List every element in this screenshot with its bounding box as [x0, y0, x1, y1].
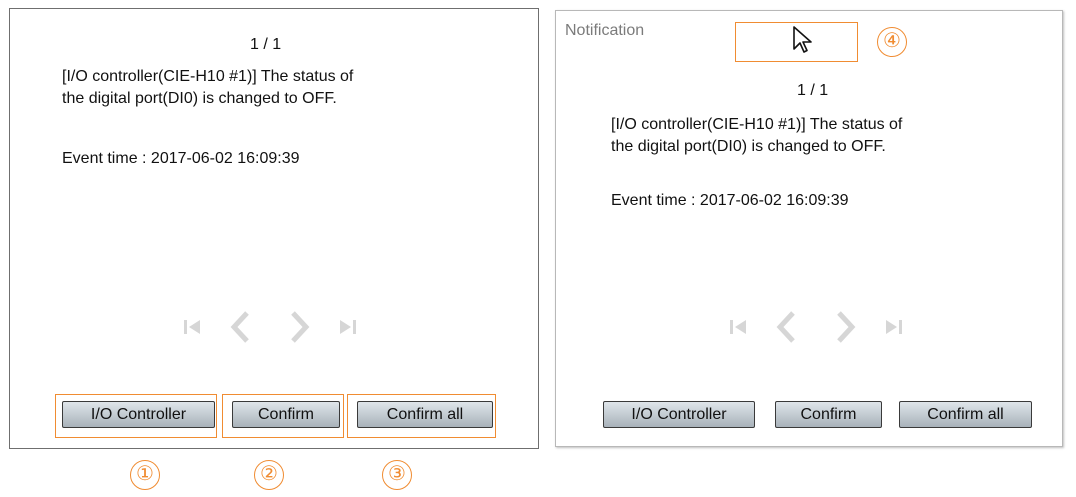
message-line-1: [I/O controller(CIE-H10 #1)] The status …: [611, 116, 903, 133]
pagination-controls: [175, 309, 365, 345]
notification-dialog-left: 1 / 1 [I/O controller(CIE-H10 #1)] The s…: [9, 8, 539, 449]
message-line-1: [I/O controller(CIE-H10 #1)] The status …: [62, 68, 354, 85]
previous-icon[interactable]: [769, 309, 805, 345]
message-line-2: the digital port(DI0) is changed to OFF.: [611, 138, 886, 155]
event-time: Event time : 2017-06-02 16:09:39: [62, 150, 300, 167]
callout-4: ④: [877, 27, 907, 57]
highlight-io-controller: [55, 394, 217, 438]
next-icon[interactable]: [281, 309, 317, 345]
page-counter: 1 / 1: [250, 36, 282, 53]
io-controller-button[interactable]: I/O Controller: [603, 401, 755, 428]
first-page-icon[interactable]: [175, 309, 211, 345]
callout-2: ②: [254, 460, 284, 490]
previous-icon[interactable]: [223, 309, 259, 345]
notification-message: [I/O controller(CIE-H10 #1)] The status …: [62, 66, 353, 110]
callout-1: ①: [130, 460, 160, 490]
last-page-icon[interactable]: [329, 309, 365, 345]
callout-3: ③: [382, 460, 412, 490]
next-icon[interactable]: [827, 309, 863, 345]
event-time: Event time : 2017-06-02 16:09:39: [611, 192, 849, 209]
highlight-confirm-all: [347, 394, 496, 438]
confirm-button[interactable]: Confirm: [775, 401, 882, 428]
highlight-confirm: [222, 394, 344, 438]
message-line-2: the digital port(DI0) is changed to OFF.: [62, 90, 337, 107]
last-page-icon[interactable]: [875, 309, 911, 345]
mouse-cursor-icon: [792, 25, 816, 55]
notification-dialog-right: Notification 1 / 1 [I/O controller(CIE-H…: [555, 10, 1063, 447]
pagination-controls: [721, 309, 911, 345]
first-page-icon[interactable]: [721, 309, 757, 345]
notification-message: [I/O controller(CIE-H10 #1)] The status …: [611, 114, 902, 158]
confirm-all-button[interactable]: Confirm all: [899, 401, 1032, 428]
dialog-title: Notification: [565, 22, 645, 39]
page-counter: 1 / 1: [797, 82, 829, 99]
